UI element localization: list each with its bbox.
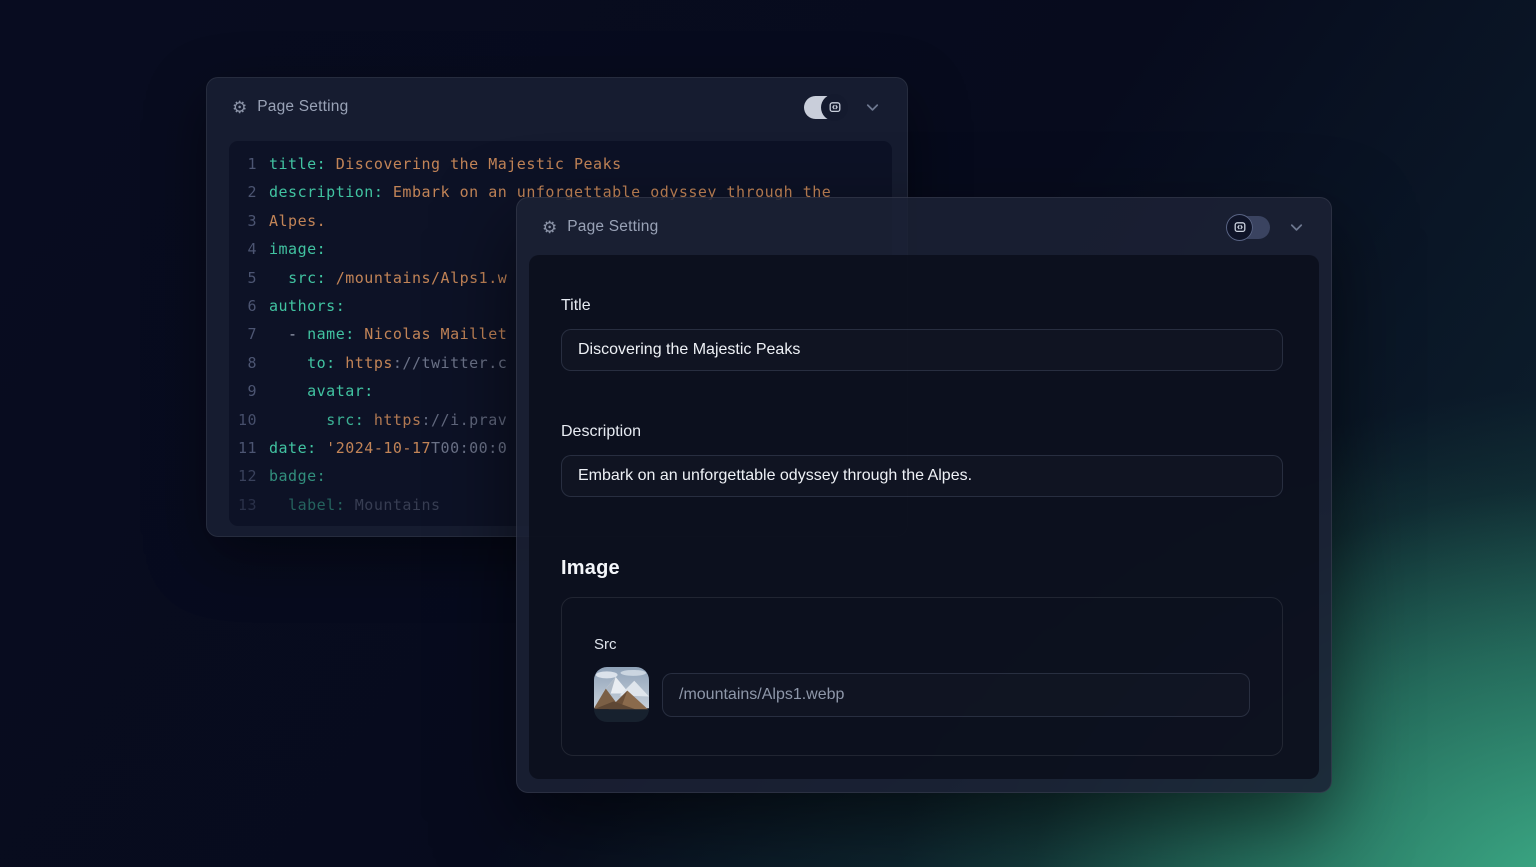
back-panel-header: ⚙ Page Setting <box>207 78 907 136</box>
code-token: name: <box>307 325 355 343</box>
line-number: 8 <box>229 349 257 377</box>
code-text: date: '2024-10-17T00:00:0 <box>269 434 507 462</box>
line-number: 6 <box>229 292 257 320</box>
title-input[interactable] <box>561 329 1283 371</box>
code-text: image: <box>269 235 326 263</box>
title-label: Title <box>561 297 1283 315</box>
code-token: description: <box>269 183 383 201</box>
page-setting-form: Title Description Image Src <box>529 255 1319 779</box>
header-controls <box>804 96 882 119</box>
image-thumbnail <box>594 667 649 722</box>
code-token: authors: <box>269 297 345 315</box>
line-number: 2 <box>229 178 257 206</box>
code-token: /mountains/Alps1.w <box>326 269 507 287</box>
code-token: image: <box>269 240 326 258</box>
code-token: Alpes. <box>269 212 326 230</box>
code-token: avatar: <box>307 382 374 400</box>
line-number: 10 <box>229 406 257 434</box>
code-text: avatar: <box>269 377 374 405</box>
line-number: 4 <box>229 235 257 263</box>
code-text: src: https://i.prav <box>269 406 507 434</box>
code-token: https <box>364 411 421 429</box>
code-token <box>269 382 307 400</box>
page-setting-form-panel: ⚙ Page Setting Title Des <box>516 197 1332 793</box>
src-row <box>594 667 1250 722</box>
code-text: title: Discovering the Majestic Peaks <box>269 150 622 178</box>
image-src-input[interactable] <box>662 673 1250 717</box>
desktop-background: ⚙ Page Setting 1 title: Discovering the M… <box>0 0 1536 867</box>
description-input[interactable] <box>561 455 1283 497</box>
code-token: Nicolas Maillet <box>355 325 508 343</box>
gear-icon: ⚙ <box>542 219 557 236</box>
description-label: Description <box>561 423 1283 441</box>
line-number: 7 <box>229 320 257 348</box>
src-label: Src <box>594 636 1250 653</box>
line-number: 12 <box>229 462 257 490</box>
code-mode-icon <box>828 100 842 114</box>
code-token <box>269 411 326 429</box>
code-token: '2024-10-17 <box>317 439 431 457</box>
line-number: 3 <box>229 207 257 235</box>
front-panel-header: ⚙ Page Setting <box>517 198 1331 256</box>
code-token: label: <box>288 496 345 514</box>
code-token: Mountains <box>345 496 440 514</box>
image-card: Src <box>561 597 1283 756</box>
code-token: date: <box>269 439 317 457</box>
gear-icon: ⚙ <box>232 99 247 116</box>
code-token <box>269 496 288 514</box>
code-view-toggle[interactable] <box>804 96 846 119</box>
code-token: badge: <box>269 467 326 485</box>
code-token: Discovering the Majestic Peaks <box>326 155 621 173</box>
code-text: to: https://twitter.c <box>269 349 507 377</box>
chevron-down-icon[interactable] <box>863 98 882 117</box>
code-text: label: Mountains <box>269 491 441 519</box>
code-token <box>269 354 307 372</box>
code-token: title: <box>269 155 326 173</box>
line-number: 13 <box>229 491 257 519</box>
code-token: src: <box>288 269 326 287</box>
panel-title: Page Setting <box>567 218 658 236</box>
code-mode-icon <box>1233 220 1247 234</box>
code-token: to: <box>307 354 336 372</box>
header-controls <box>1228 216 1306 239</box>
line-number: 11 <box>229 434 257 462</box>
code-text: src: /mountains/Alps1.w <box>269 264 507 292</box>
code-token <box>269 269 288 287</box>
code-token: T00:00:0 <box>431 439 507 457</box>
code-text: badge: <box>269 462 326 490</box>
code-token: https <box>336 354 393 372</box>
code-text: Alpes. <box>269 207 326 235</box>
line-number: 9 <box>229 377 257 405</box>
mountain-photo <box>594 667 649 722</box>
panel-title: Page Setting <box>257 98 348 116</box>
code-text: - name: Nicolas Maillet <box>269 320 507 348</box>
code-line: 1 title: Discovering the Majestic Peaks <box>229 150 892 178</box>
code-text: authors: <box>269 292 345 320</box>
code-token: - <box>269 325 307 343</box>
image-section-heading: Image <box>561 557 1283 580</box>
code-token: src: <box>326 411 364 429</box>
code-token: ://twitter.c <box>393 354 507 372</box>
toggle-knob <box>1226 214 1253 241</box>
code-token: ://i.prav <box>422 411 508 429</box>
code-view-toggle[interactable] <box>1228 216 1270 239</box>
line-number: 1 <box>229 150 257 178</box>
toggle-knob <box>821 94 848 121</box>
line-number: 5 <box>229 264 257 292</box>
chevron-down-icon[interactable] <box>1287 218 1306 237</box>
